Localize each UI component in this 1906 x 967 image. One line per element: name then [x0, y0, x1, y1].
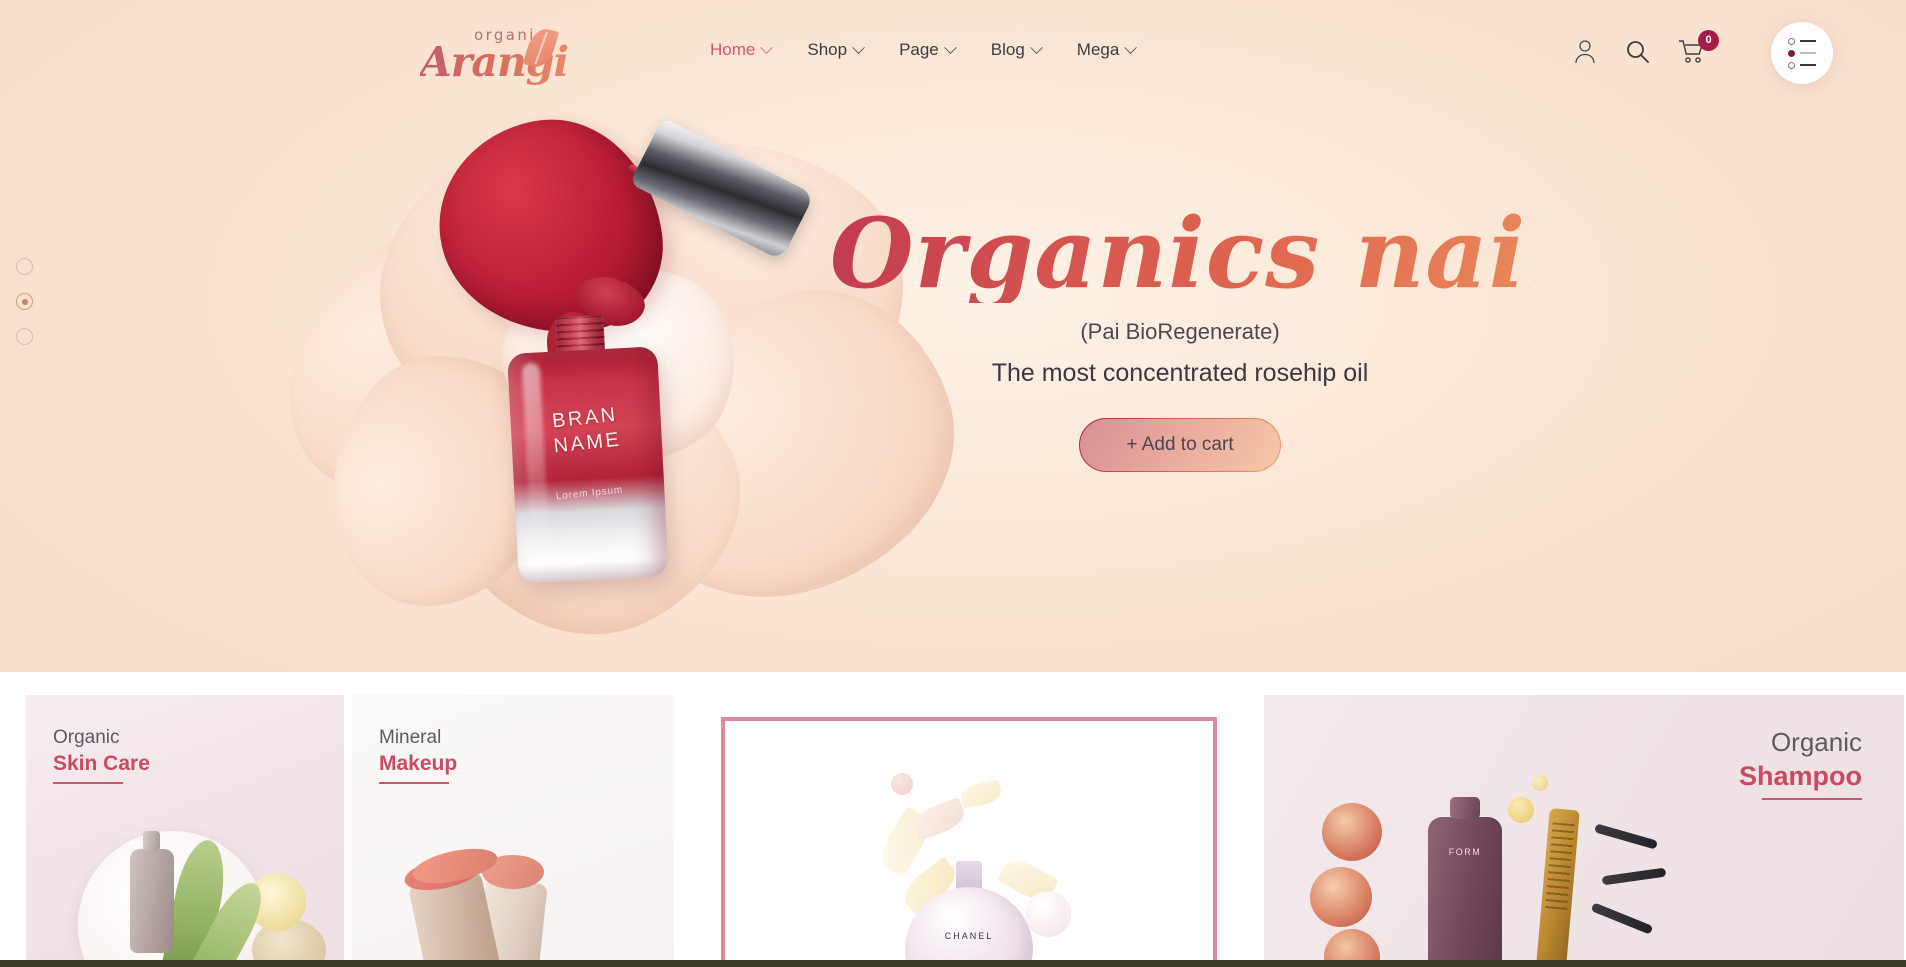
hero-tagline: The most concentrated rosehip oil — [991, 358, 1369, 387]
nail-polish-bottle: BRAN NAME Lorem Ipsum — [507, 315, 669, 584]
bottle-brand-line2: NAME — [552, 428, 623, 458]
nav-item-home[interactable]: Home — [710, 40, 774, 60]
comb-prop — [1534, 808, 1580, 967]
chevron-down-icon — [943, 40, 957, 54]
slider-dot-2[interactable] — [16, 293, 33, 310]
user-icon[interactable] — [1573, 38, 1597, 64]
banner-skin-care[interactable]: Organic Skin Care — [26, 695, 344, 967]
page-bottom-edge — [0, 960, 1906, 967]
menu-bullet-icon — [1788, 37, 1795, 45]
banner-kicker: Organic — [1770, 727, 1862, 757]
slider-dot-3[interactable] — [16, 328, 33, 345]
hero-section: organic Arangi Home Shop Page Blog Mega … — [0, 0, 1906, 672]
slider-dot-1[interactable] — [16, 258, 33, 275]
shampoo-bottle-prop — [1428, 797, 1502, 967]
bottle-body: BRAN NAME Lorem Ipsum — [507, 346, 669, 584]
menu-line — [1800, 64, 1816, 66]
banner-text-block: Organic Skin Care — [53, 727, 150, 784]
nav-item-shop[interactable]: Shop — [807, 40, 865, 60]
petal-prop — [959, 779, 1003, 809]
banner-title: Makeup — [379, 752, 458, 775]
nav-item-label: Home — [710, 40, 756, 59]
peach-prop — [1322, 803, 1382, 861]
bottle-brand-line1: BRAN — [551, 403, 619, 433]
cart-count-badge: 0 — [1698, 29, 1719, 51]
main-navigation: Home Shop Page Blog Mega — [710, 40, 1138, 60]
menu-line — [1800, 40, 1816, 42]
oil-droplet-prop — [1532, 775, 1548, 791]
slider-pagination — [16, 258, 33, 345]
nav-item-page[interactable]: Page — [899, 40, 957, 60]
hair-pin-prop — [1601, 867, 1667, 886]
banner-makeup[interactable]: Mineral Makeup — [352, 695, 674, 967]
banner-text-block: Mineral Makeup — [379, 727, 457, 784]
hair-pin-prop — [1593, 823, 1659, 850]
oil-droplet-prop — [1508, 797, 1534, 823]
peach-prop — [1310, 867, 1372, 927]
banner-shampoo[interactable]: Organic Shampoo — [1264, 695, 1904, 967]
menu-row — [1788, 37, 1816, 45]
banner-kicker: Mineral — [379, 727, 442, 748]
bud-prop — [891, 773, 913, 795]
banner-underline — [53, 782, 123, 784]
perfume-frame — [721, 717, 1217, 967]
hero-subtitle: (Pai BioRegenerate) — [1080, 318, 1280, 344]
category-banner-row: Organic Skin Care Mineral Makeup CHANEL … — [0, 672, 1906, 967]
add-to-cart-button[interactable]: + Add to cart — [1079, 418, 1280, 472]
site-logo[interactable]: organic Arangi — [420, 16, 569, 86]
header-icon-group: 0 — [1573, 29, 1719, 64]
hero-copy-block: Organics nail (Pai BioRegenerate) The mo… — [830, 197, 1564, 472]
nav-item-mega[interactable]: Mega — [1076, 40, 1138, 60]
chevron-down-icon — [760, 40, 774, 54]
hair-pin-prop — [1590, 902, 1654, 935]
chevron-down-icon — [852, 40, 865, 54]
banner-title: Shampoo — [1738, 761, 1862, 791]
banner-kicker: Organic — [53, 727, 120, 748]
nav-item-label: Mega — [1076, 40, 1120, 59]
menu-bullet-icon — [1788, 49, 1795, 57]
search-icon[interactable] — [1625, 39, 1650, 64]
banner-underline — [379, 782, 449, 784]
menu-row — [1788, 49, 1816, 57]
site-header: organic Arangi Home Shop Page Blog Mega … — [0, 0, 1906, 108]
chevron-down-icon — [1124, 40, 1138, 54]
serum-bottle-prop — [130, 831, 174, 953]
nav-item-label: Page — [899, 40, 939, 59]
banner-text-block: Organic Shampoo — [1739, 727, 1862, 800]
banner-underline — [1762, 798, 1862, 800]
menu-bullet-icon — [1788, 61, 1795, 69]
chevron-down-icon — [1029, 40, 1043, 54]
nav-item-label: Shop — [807, 40, 848, 59]
menu-line — [1800, 52, 1816, 54]
banner-title: Skin Care — [53, 752, 150, 775]
petal-prop — [909, 796, 969, 842]
nav-item-blog[interactable]: Blog — [990, 40, 1043, 60]
shopping-cart-icon[interactable]: 0 — [1678, 29, 1719, 64]
list-menu-icon[interactable] — [1771, 22, 1833, 84]
hero-title: Organics nail — [830, 197, 1564, 310]
banner-perfume[interactable] — [682, 695, 1256, 967]
nav-item-label: Blog — [990, 40, 1025, 59]
menu-row — [1788, 61, 1816, 69]
